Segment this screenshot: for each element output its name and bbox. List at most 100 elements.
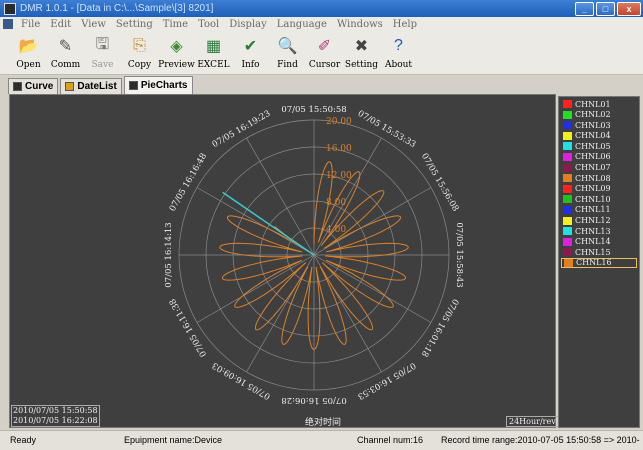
toolbar-about-button[interactable]: ? About <box>380 31 417 70</box>
tab-curve[interactable]: Curve <box>8 78 59 94</box>
toolbar-find-button[interactable]: 🔍 Find <box>269 31 306 70</box>
legend-swatch <box>563 248 572 257</box>
open-folder-icon: 📂 <box>18 38 39 55</box>
minimize-button[interactable]: _ <box>575 1 594 16</box>
legend-item-chnl05[interactable]: CHNL05 <box>561 141 637 151</box>
toolbar-label: Cursor <box>308 60 341 70</box>
radial-tick-label: 16.00 <box>326 144 352 154</box>
legend-swatch <box>563 216 572 225</box>
legend-label: CHNL12 <box>575 216 611 226</box>
legend-item-chnl04[interactable]: CHNL04 <box>561 131 637 141</box>
legend-item-chnl01[interactable]: CHNL01 <box>561 99 637 109</box>
legend-label: CHNL09 <box>575 184 611 194</box>
about-question-icon: ? <box>394 37 403 54</box>
close-button[interactable]: x <box>617 1 641 16</box>
view-tabs: Curve DateList PieCharts <box>8 76 195 94</box>
status-channels: Channel num:16 <box>357 435 424 445</box>
toolbar-open-button[interactable]: 📂 Open <box>10 31 47 70</box>
toolbar-setting-button[interactable]: ✖ Setting <box>343 31 380 70</box>
toolbar-comm-button[interactable]: ✎ Comm <box>47 31 84 70</box>
grid-spoke <box>313 137 382 256</box>
legend-label: CHNL10 <box>575 194 611 204</box>
legend-item-chnl03[interactable]: CHNL03 <box>561 120 637 130</box>
maximize-button[interactable]: □ <box>596 1 615 16</box>
toolbar-cursor-button[interactable]: ✐ Cursor <box>306 31 343 70</box>
menu-display[interactable]: Display <box>224 19 272 30</box>
legend-swatch <box>564 258 573 267</box>
menu-setting[interactable]: Setting <box>111 19 158 30</box>
find-magnifier-icon: 🔍 <box>277 38 298 55</box>
legend-swatch <box>563 195 572 204</box>
time-axis-label: 07/05 16:06:28 <box>281 395 346 405</box>
legend-item-chnl13[interactable]: CHNL13 <box>561 226 637 236</box>
legend-item-chnl07[interactable]: CHNL07 <box>561 163 637 173</box>
title-bar: DMR 1.0.1 - [Data in C:\...\Sample\[3] 8… <box>0 0 643 17</box>
toolbar-label: Setting <box>344 60 379 70</box>
toolbar-label: Copy <box>127 60 152 70</box>
menu-view[interactable]: View <box>76 19 111 30</box>
legend-swatch <box>563 142 572 151</box>
toolbar-copy-button[interactable]: ⎘ Copy <box>121 31 158 70</box>
window-title: DMR 1.0.1 - [Data in C:\...\Sample\[3] 8… <box>20 3 214 14</box>
toolbar-preview-button[interactable]: ◈ Preview <box>158 31 195 70</box>
time-axis-label: 07/05 16:01:18 <box>419 297 460 359</box>
menu-language[interactable]: Language <box>272 19 332 30</box>
legend-item-chnl16[interactable]: CHNL16 <box>561 257 637 268</box>
legend-item-chnl10[interactable]: CHNL10 <box>561 194 637 204</box>
legend-item-chnl14[interactable]: CHNL14 <box>561 237 637 247</box>
legend-item-chnl11[interactable]: CHNL11 <box>561 205 637 215</box>
legend-swatch <box>563 184 572 193</box>
legend-item-chnl02[interactable]: CHNL02 <box>561 110 637 120</box>
legend-item-chnl06[interactable]: CHNL06 <box>561 152 637 162</box>
tab-datelist[interactable]: DateList <box>60 78 122 94</box>
revolution-mode-box[interactable]: 24Hour/rev <box>506 416 559 427</box>
menu-windows[interactable]: Windows <box>332 19 388 30</box>
time-axis-label: 07/05 16:14:13 <box>164 222 174 287</box>
menu-bar: File Edit View Setting Time Tool Display… <box>0 17 643 31</box>
legend-label: CHNL16 <box>576 258 612 268</box>
legend-label: CHNL01 <box>575 99 611 109</box>
radial-tick-label: 8.00 <box>326 198 346 208</box>
grid-spoke <box>196 187 315 256</box>
end-time: 2010/07/05 16:22:08 <box>13 416 98 425</box>
status-range: Record time range:2010-07-05 15:50:58 =>… <box>441 435 640 445</box>
legend-swatch <box>563 237 572 246</box>
tab-piecharts[interactable]: PieCharts <box>123 76 193 94</box>
menu-help[interactable]: Help <box>388 19 422 30</box>
legend-label: CHNL02 <box>575 110 611 120</box>
polar-chart-panel[interactable]: 4.00 8.00 12.00 16.00 20.00 07/05 15:50:58 07/… <box>9 94 559 428</box>
polar-chart: 4.00 8.00 12.00 16.00 20.00 07/05 15:50:58 07/… <box>164 105 464 405</box>
tab-datelist-label: DateList <box>77 81 117 92</box>
radial-tick-label: 4.00 <box>326 225 346 235</box>
menu-file[interactable]: File <box>16 19 45 30</box>
channel-legend: CHNL01 CHNL02 CHNL03 CHNL04 CHNL05 CHNL06 CHNL… <box>558 96 640 428</box>
toolbar-label: Find <box>277 60 298 70</box>
legend-item-chnl12[interactable]: CHNL12 <box>561 216 637 226</box>
legend-item-chnl15[interactable]: CHNL15 <box>561 247 637 257</box>
time-axis-label: 07/05 16:11:38 <box>168 297 209 359</box>
legend-item-chnl09[interactable]: CHNL09 <box>561 184 637 194</box>
tab-piecharts-label: PieCharts <box>140 80 188 91</box>
radial-tick-label: 20.00 <box>326 117 352 127</box>
toolbar-label: Save <box>91 60 114 70</box>
toolbar-info-button[interactable]: ✔ Info <box>232 31 269 70</box>
legend-item-chnl08[interactable]: CHNL08 <box>561 173 637 183</box>
toolbar-label: Preview <box>158 60 195 70</box>
grid-spoke <box>246 137 315 256</box>
preview-icon: ◈ <box>170 38 183 55</box>
status-state: Ready <box>10 435 37 445</box>
menu-time[interactable]: Time <box>158 19 193 30</box>
menu-tool[interactable]: Tool <box>193 19 224 30</box>
time-axis-label: 07/05 15:56:08 <box>419 152 460 214</box>
toolbar-save-button[interactable]: 🖫 Save <box>84 31 121 71</box>
grid-spoke <box>196 254 315 323</box>
legend-label: CHNL04 <box>575 131 611 141</box>
time-axis-label: 07/05 16:03:53 <box>356 360 418 401</box>
legend-label: CHNL14 <box>575 237 611 247</box>
legend-swatch <box>563 227 572 236</box>
time-axis-label: 07/05 16:19:23 <box>211 109 273 150</box>
menu-edit[interactable]: Edit <box>45 19 76 30</box>
toolbar-excel-button[interactable]: ▦ EXCEL <box>195 31 232 70</box>
copy-icon: ⎘ <box>133 37 146 54</box>
toolbar-label: Info <box>241 60 260 70</box>
